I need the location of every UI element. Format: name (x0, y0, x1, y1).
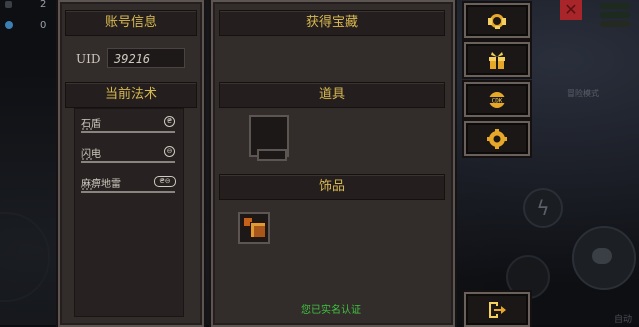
spell-item[interactable]: 麻痹地雷 ₴⊖ (81, 175, 177, 199)
chat-bubble-icon[interactable] (592, 248, 612, 264)
exit-icon (489, 301, 506, 318)
spell-element-icon: ₴⊖ (154, 176, 176, 187)
hud-counter-top: 2 (2, 0, 48, 12)
settings-button[interactable] (464, 121, 530, 156)
uid-label: UID (76, 52, 101, 66)
uid-value-field: 39216 (107, 48, 185, 68)
close-x-icon[interactable]: ✕ (560, 0, 582, 20)
skill-lightning-button[interactable]: ϟ (523, 188, 563, 228)
hud-gem-icon (5, 21, 13, 29)
hud-counter-bottom: 0 (2, 19, 48, 33)
props-header: 道具 (219, 82, 445, 108)
treasure-header: 获得宝藏 (219, 10, 445, 36)
svg-text:CDK: CDK (492, 97, 503, 104)
gift-icon (489, 51, 505, 69)
ornaments-header: 饰品 (219, 174, 445, 200)
mode-label: 冒险模式 (567, 89, 599, 98)
customer-service-button[interactable] (464, 3, 530, 38)
spell-item[interactable]: 石盾 ₴ (81, 115, 177, 139)
auto-label: 自动 (614, 315, 633, 325)
prop-slot-empty[interactable] (249, 115, 289, 161)
spells-header: 当前法术 (65, 82, 197, 108)
spell-divider (81, 128, 175, 133)
gift-button[interactable] (464, 42, 530, 77)
exit-button[interactable] (464, 292, 530, 327)
hud-bars (600, 3, 630, 31)
hud-counter-value-2: 0 (40, 20, 47, 31)
prop-slot-tab (257, 149, 287, 161)
headset-icon (488, 13, 506, 29)
spell-item[interactable]: 闪电 ⊖ (81, 145, 177, 169)
cdk-redeem-button[interactable]: CDK (464, 82, 530, 117)
hud-counter-value-1: 2 (40, 0, 47, 10)
account-header: 账号信息 (65, 10, 197, 36)
spell-divider (81, 158, 175, 163)
cdk-badge-icon: CDK (489, 91, 505, 108)
spell-element-icon: ⊖ (164, 146, 175, 157)
gear-icon (487, 128, 507, 149)
spell-element-icon: ₴ (164, 116, 175, 127)
spell-divider (81, 188, 175, 193)
spell-list (74, 108, 184, 317)
hud-counter-icon-1 (5, 1, 12, 8)
treasure-panel (211, 0, 455, 327)
ornament-item-icon (243, 217, 266, 239)
move-joystick[interactable] (0, 212, 50, 302)
ornament-slot[interactable] (238, 212, 270, 244)
verified-status: 您已实名认证 (301, 305, 361, 316)
